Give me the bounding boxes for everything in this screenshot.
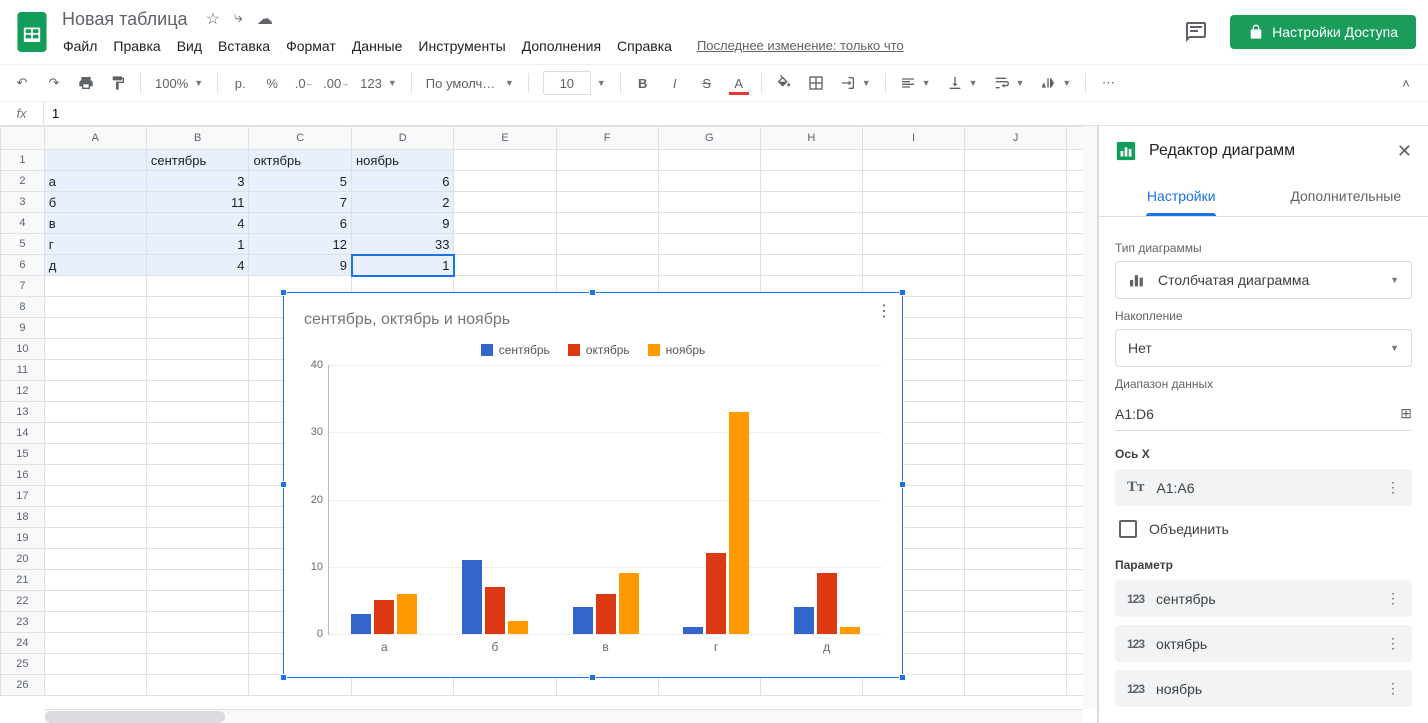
share-button[interactable]: Настройки Доступа bbox=[1230, 15, 1416, 49]
text-color-btn[interactable]: A bbox=[725, 69, 753, 97]
more-icon[interactable]: ⋮ bbox=[1386, 680, 1400, 697]
spreadsheet[interactable]: ABCDEFGHIJ1сентябрьоктябрьноябрь2а3563б1… bbox=[0, 126, 1098, 723]
menu-view[interactable]: Вид bbox=[170, 34, 209, 58]
zoom-select[interactable]: 100%▼ bbox=[149, 76, 209, 91]
xaxis-chip[interactable]: Tт A1:A6 ⋮ bbox=[1115, 469, 1412, 506]
series-section-label: Параметр bbox=[1115, 558, 1412, 572]
percent-btn[interactable]: % bbox=[258, 69, 286, 97]
bold-btn[interactable]: B bbox=[629, 69, 657, 97]
last-edit[interactable]: Последнее изменение: только что bbox=[697, 38, 904, 53]
horizontal-scrollbar[interactable] bbox=[44, 709, 1083, 723]
font-select[interactable]: По умолча...▼ bbox=[420, 76, 520, 91]
menu-help[interactable]: Справка bbox=[610, 34, 679, 58]
halign-btn[interactable]: ▼ bbox=[894, 75, 937, 91]
more-icon[interactable]: ⋮ bbox=[1386, 590, 1400, 607]
menu-insert[interactable]: Вставка bbox=[211, 34, 277, 58]
fx-input[interactable]: 1 bbox=[44, 106, 59, 121]
more-tools-btn[interactable]: ⋯ bbox=[1094, 69, 1122, 97]
menu-data[interactable]: Данные bbox=[345, 34, 410, 58]
toolbar: ↶ ↷ 100%▼ р. % .0← .00→ 123▼ По умолча..… bbox=[0, 64, 1428, 102]
strike-btn[interactable]: S bbox=[693, 69, 721, 97]
chart-editor-sidebar: Редактор диаграмм ✕ Настройки Дополнител… bbox=[1098, 126, 1428, 723]
move-icon[interactable]: ⤷ bbox=[234, 9, 243, 29]
fx-icon: fx bbox=[0, 102, 44, 125]
series-chip[interactable]: 123сентябрь⋮ bbox=[1115, 580, 1412, 617]
range-input[interactable]: A1:D6 ⊞ bbox=[1115, 397, 1412, 431]
stacking-label: Накопление bbox=[1115, 309, 1412, 323]
number-type-icon: 123 bbox=[1127, 682, 1144, 696]
series-chip[interactable]: 123ноябрь⋮ bbox=[1115, 670, 1412, 707]
share-label: Настройки Доступа bbox=[1272, 24, 1398, 40]
fill-color-btn[interactable] bbox=[770, 69, 798, 97]
sheets-logo bbox=[12, 12, 52, 52]
vertical-scrollbar[interactable] bbox=[1083, 126, 1097, 709]
rotate-btn[interactable]: ▼ bbox=[1034, 75, 1077, 91]
xaxis-section-label: Ось X bbox=[1115, 447, 1412, 461]
font-size-select[interactable]: 10▼ bbox=[537, 71, 612, 95]
dec-less-btn[interactable]: .0← bbox=[290, 69, 318, 97]
paint-format-icon[interactable] bbox=[104, 69, 132, 97]
doc-title[interactable]: Новая таблица bbox=[56, 7, 194, 32]
bar-chart-icon bbox=[1128, 272, 1148, 288]
menu-edit[interactable]: Правка bbox=[106, 34, 167, 58]
chart-menu-icon[interactable]: ⋮ bbox=[876, 301, 892, 321]
undo-icon[interactable]: ↶ bbox=[8, 69, 36, 97]
app-header: Новая таблица ☆ ⤷ ☁ Файл Правка Вид Вста… bbox=[0, 0, 1428, 64]
series-chip[interactable]: 123октябрь⋮ bbox=[1115, 625, 1412, 662]
redo-icon[interactable]: ↷ bbox=[40, 69, 68, 97]
range-label: Диапазон данных bbox=[1115, 377, 1412, 391]
dec-more-btn[interactable]: .00→ bbox=[322, 69, 350, 97]
chart-editor-icon bbox=[1115, 140, 1137, 162]
menu-format[interactable]: Формат bbox=[279, 34, 343, 58]
italic-btn[interactable]: I bbox=[661, 69, 689, 97]
tab-setup[interactable]: Настройки bbox=[1099, 176, 1264, 216]
chart-legend: сентябрьоктябрьноябрь bbox=[284, 343, 902, 357]
comments-icon[interactable] bbox=[1176, 12, 1216, 52]
currency-btn[interactable]: р. bbox=[226, 69, 254, 97]
formula-bar: fx 1 bbox=[0, 102, 1428, 126]
cloud-icon[interactable]: ☁ bbox=[257, 9, 273, 29]
print-icon[interactable] bbox=[72, 69, 100, 97]
valign-btn[interactable]: ▼ bbox=[941, 75, 984, 91]
chart-type-label: Тип диаграммы bbox=[1115, 241, 1412, 255]
chart-title: сентябрь, октябрь и ноябрь bbox=[284, 293, 902, 329]
menu-bar: Файл Правка Вид Вставка Формат Данные Ин… bbox=[56, 32, 1176, 58]
sidebar-title: Редактор диаграмм bbox=[1149, 142, 1385, 160]
combine-checkbox[interactable]: Объединить bbox=[1115, 514, 1412, 542]
close-icon[interactable]: ✕ bbox=[1397, 141, 1412, 162]
borders-btn[interactable] bbox=[802, 69, 830, 97]
select-range-icon[interactable]: ⊞ bbox=[1400, 405, 1412, 422]
tab-customize[interactable]: Дополнительные bbox=[1264, 176, 1428, 216]
num-format-select[interactable]: 123▼ bbox=[354, 76, 403, 91]
menu-addons[interactable]: Дополнения bbox=[515, 34, 608, 58]
merge-btn[interactable]: ▼ bbox=[834, 75, 877, 91]
more-icon[interactable]: ⋮ bbox=[1386, 479, 1400, 496]
chart-plot: 010203040абвгд bbox=[328, 365, 882, 635]
collapse-toolbar-icon[interactable]: ˄ bbox=[1392, 69, 1420, 97]
text-type-icon: Tт bbox=[1127, 479, 1144, 496]
star-icon[interactable]: ☆ bbox=[206, 9, 220, 29]
chart-type-select[interactable]: Столбчатая диаграмма▼ bbox=[1115, 261, 1412, 299]
number-type-icon: 123 bbox=[1127, 637, 1144, 651]
number-type-icon: 123 bbox=[1127, 592, 1144, 606]
menu-tools[interactable]: Инструменты bbox=[411, 34, 512, 58]
stacking-select[interactable]: Нет▼ bbox=[1115, 329, 1412, 367]
chart-object[interactable]: ⋮ сентябрь, октябрь и ноябрь сентябрьокт… bbox=[283, 292, 903, 678]
menu-file[interactable]: Файл bbox=[56, 34, 104, 58]
wrap-btn[interactable]: ▼ bbox=[987, 75, 1030, 91]
more-icon[interactable]: ⋮ bbox=[1386, 635, 1400, 652]
